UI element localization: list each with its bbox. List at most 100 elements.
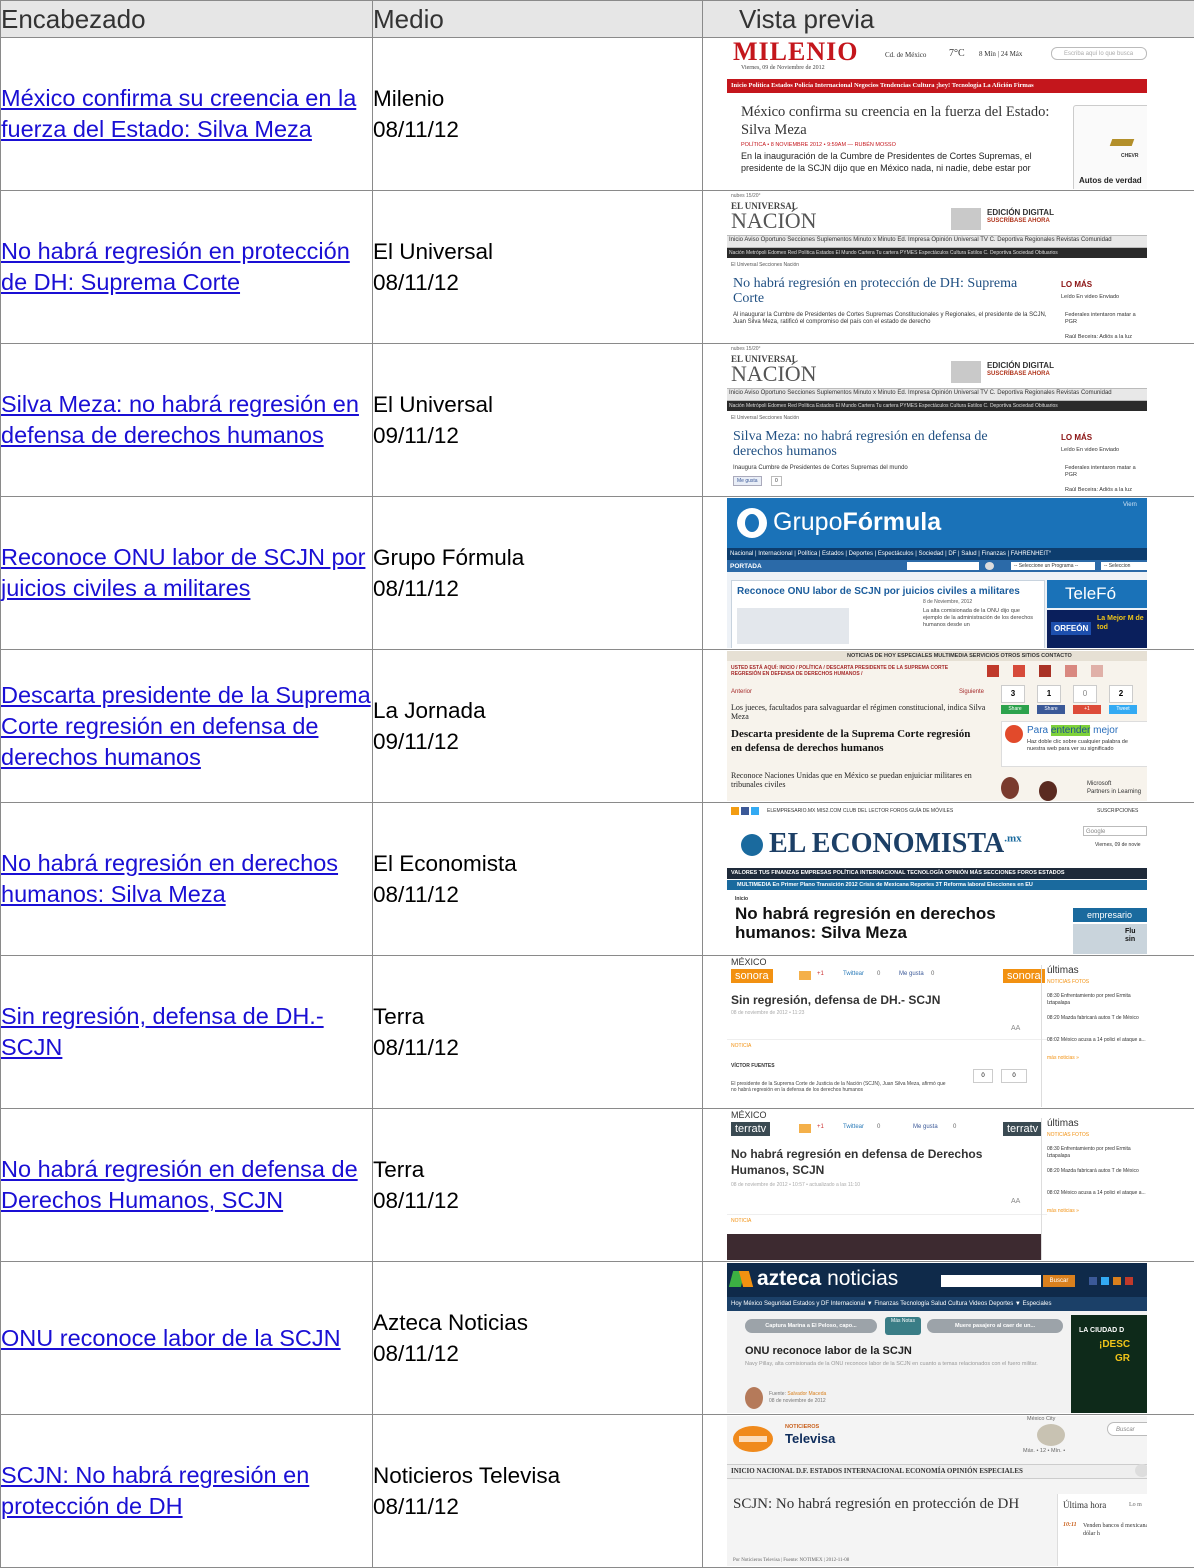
gplus-button[interactable]: +1 bbox=[1073, 705, 1101, 714]
preview-thumbnail[interactable]: ELEMPRESARIO.MX MIS2.COM CLUB DEL LECTOR… bbox=[727, 804, 1147, 954]
side-item[interactable]: Venden bancos d mexicana dólar h bbox=[1083, 1522, 1147, 1538]
subnav-bar[interactable]: Nación Metrópoli Edomex Red Política Est… bbox=[729, 403, 1058, 409]
search-icon[interactable] bbox=[1135, 1464, 1147, 1477]
font-size-toggle[interactable]: AA bbox=[1011, 1198, 1020, 1205]
more-news-link[interactable]: más noticias » bbox=[1047, 1208, 1079, 1214]
side-tabs[interactable]: NOTICIAS FOTOS bbox=[1047, 1132, 1089, 1138]
preview-thumbnail[interactable]: azteca noticias Buscar Hoy México Seguri… bbox=[727, 1263, 1147, 1413]
side-item[interactable]: Federales intentaron matar a PGR bbox=[1065, 465, 1147, 479]
subscriptions-link[interactable]: SUSCRIPCIONES bbox=[1097, 808, 1138, 814]
twitter-icon[interactable] bbox=[751, 807, 759, 815]
next-story-pill[interactable]: Muere pasajero al caer de un... bbox=[927, 1319, 1063, 1333]
share-button[interactable]: Share bbox=[1001, 705, 1029, 714]
program-select[interactable]: -- Seleccione un Programa -- bbox=[1011, 562, 1095, 570]
headline-link[interactable]: No habrá regresión en protección de DH: … bbox=[1, 238, 350, 295]
preview-thumbnail[interactable]: MILENIO Viernes, 09 de Noviembre de 2012… bbox=[727, 39, 1147, 189]
nav-bar[interactable]: Inicio Aviso Oportuno Secciones Suplemen… bbox=[729, 390, 1112, 396]
next-link[interactable]: Siguiente bbox=[959, 689, 984, 695]
subnav-bar[interactable]: Nación Metrópoli Edomex Red Política Est… bbox=[729, 250, 1058, 256]
related-bullet[interactable]: Los jueces, facultados para salvaguardar… bbox=[731, 703, 993, 721]
headline-link[interactable]: SCJN: No habrá regresión en protección d… bbox=[1, 1462, 309, 1519]
gplus-button[interactable]: +1 bbox=[817, 971, 824, 977]
headline-link[interactable]: México confirma su creencia en la fuerza… bbox=[1, 85, 356, 142]
font-size-icon[interactable] bbox=[1065, 665, 1077, 677]
side-tabs[interactable]: Leído En video Enviado bbox=[1061, 294, 1119, 300]
like-button[interactable]: Me gusta bbox=[899, 971, 924, 977]
youtube-icon[interactable] bbox=[1125, 1277, 1133, 1285]
side-item[interactable]: 08:02 México acusa a 14 polici el ataque… bbox=[1047, 1190, 1147, 1197]
headline-link[interactable]: No habrá regresión en derechos humanos: … bbox=[1, 850, 338, 907]
twitter-icon[interactable] bbox=[1101, 1277, 1109, 1285]
search-input[interactable]: Escriba aquí lo que busca bbox=[1051, 47, 1147, 60]
nav-bar[interactable]: Inicio Aviso Oportuno Secciones Suplemen… bbox=[729, 237, 1112, 243]
rss-icon[interactable] bbox=[1113, 1277, 1121, 1285]
email-icon[interactable] bbox=[799, 971, 811, 980]
twitter-button[interactable]: Twittear bbox=[843, 971, 864, 977]
breadcrumb[interactable]: Inicio bbox=[735, 896, 748, 902]
headline-link[interactable]: ONU reconoce labor de la SCJN bbox=[1, 1325, 341, 1351]
google-search-input[interactable]: Google bbox=[1083, 826, 1147, 836]
headline-link[interactable]: Sin regresión, defensa de DH.- SCJN bbox=[1, 1003, 324, 1060]
search-input[interactable] bbox=[941, 1275, 1041, 1287]
side-item[interactable]: 08:02 México acusa a 14 polici el ataque… bbox=[1047, 1037, 1147, 1044]
nav-bar[interactable]: Inicio Política Estados Policía Internac… bbox=[731, 82, 1034, 89]
breadcrumb[interactable]: El Universal Secciones Nación bbox=[731, 262, 799, 268]
headline-link[interactable]: No habrá regresión en defensa de Derecho… bbox=[1, 1156, 358, 1213]
more-news-link[interactable]: más noticias » bbox=[1047, 1055, 1079, 1061]
nav-bar[interactable]: Hoy México Seguridad Estados y DF Intern… bbox=[731, 1301, 1052, 1307]
preview-thumbnail[interactable]: GrupoFórmula Viern Nacional | Internacio… bbox=[727, 498, 1147, 648]
side-item[interactable]: 08:20 Mazda fabricará autos T de México bbox=[1047, 1168, 1147, 1175]
search-button[interactable]: Buscar bbox=[1043, 1275, 1075, 1287]
preview-thumbnail[interactable]: MÉXICO terratv +1 Twittear 0 Me gusta 0 … bbox=[727, 1110, 1147, 1260]
side-item[interactable]: 08:30 Enfrentamiento por pred Ermita Izt… bbox=[1047, 993, 1147, 1007]
comment-icon[interactable] bbox=[1091, 665, 1103, 677]
source-name[interactable]: Salvador Maceda bbox=[787, 1391, 826, 1397]
video-thumbnail[interactable] bbox=[727, 1234, 1041, 1260]
side-item[interactable]: 08:20 Mazda fabricará autos T de México bbox=[1047, 1015, 1147, 1022]
print-icon[interactable] bbox=[987, 665, 999, 677]
side-item[interactable]: 08:30 Enfrentamiento por pred Ermita Izt… bbox=[1047, 1146, 1147, 1160]
side-tabs[interactable]: Leído En video Enviado bbox=[1061, 447, 1119, 453]
search-input[interactable] bbox=[907, 562, 979, 570]
nav-bar[interactable]: INICIO NACIONAL D.F. ESTADOS INTERNACION… bbox=[731, 1467, 1023, 1475]
email-icon[interactable] bbox=[799, 1124, 811, 1133]
headline-link[interactable]: Reconoce ONU labor de SCJN por juicios c… bbox=[1, 544, 365, 601]
breadcrumb[interactable]: USTED ESTÁ AQUÍ: INICIO / POLÍTICA / DES… bbox=[731, 665, 951, 677]
preview-thumbnail[interactable]: NOTICIEROS Televisa México City Máx. • 1… bbox=[727, 1416, 1147, 1566]
subnav-bar[interactable]: MULTIMEDIA En Primer Plano Transición 20… bbox=[737, 882, 1033, 888]
empresario-banner[interactable]: empresario bbox=[1073, 908, 1147, 922]
search-icon[interactable] bbox=[985, 562, 994, 570]
headline-link[interactable]: Descarta presidente de la Suprema Corte … bbox=[1, 682, 371, 770]
like-button[interactable]: Me gusta bbox=[733, 476, 762, 486]
headline-link[interactable]: Silva Meza: no habrá regresión en defens… bbox=[1, 391, 359, 448]
side-item[interactable]: Federales intentaron matar a PGR bbox=[1065, 312, 1147, 326]
preview-thumbnail[interactable]: nubes 15/20° EL UNIVERSAL NACIÓN EDICIÓN… bbox=[727, 192, 1147, 342]
share-icon[interactable] bbox=[1039, 665, 1051, 677]
previous-link[interactable]: Anterior bbox=[731, 689, 752, 695]
top-links[interactable]: ELEMPRESARIO.MX MIS2.COM CLUB DEL LECTOR… bbox=[767, 808, 953, 814]
more-news-button[interactable]: Más Notas bbox=[885, 1317, 921, 1335]
facebook-icon[interactable] bbox=[741, 807, 749, 815]
side-item[interactable]: Raúl Beceira: Adiós a la luz bbox=[1065, 487, 1132, 493]
search-input[interactable]: Buscar bbox=[1107, 1422, 1147, 1436]
email-icon[interactable] bbox=[1013, 665, 1025, 677]
twitter-button[interactable]: Twittear bbox=[843, 1124, 864, 1130]
prev-story-pill[interactable]: Captura Marina a El Peloso, capo... bbox=[745, 1319, 877, 1333]
facebook-share-button[interactable]: Share bbox=[1037, 705, 1065, 714]
nav-bar[interactable]: VALORES TUS FINANZAS EMPRESAS POLÍTICA I… bbox=[731, 870, 1065, 876]
side-tabs[interactable]: NOTICIAS FOTOS bbox=[1047, 979, 1089, 985]
preview-thumbnail[interactable]: NOTICIAS DE HOY ESPECIALES MULTIMEDIA SE… bbox=[727, 651, 1147, 801]
top-nav[interactable]: NOTICIAS DE HOY ESPECIALES MULTIMEDIA SE… bbox=[847, 653, 1072, 659]
breadcrumb[interactable]: El Universal Secciones Nación bbox=[731, 415, 799, 421]
secondary-select[interactable]: -- Seleccion bbox=[1101, 562, 1147, 570]
rss-icon[interactable] bbox=[731, 807, 739, 815]
subscribe-link[interactable]: SUSCRÍBASE AHORA bbox=[987, 371, 1050, 377]
preview-thumbnail[interactable]: MÉXICO sonora +1 Twittear 0 Me gusta 0 s… bbox=[727, 957, 1147, 1107]
facebook-icon[interactable] bbox=[1089, 1277, 1097, 1285]
tweet-button[interactable]: Tweet bbox=[1109, 705, 1137, 714]
font-size-toggle[interactable]: AA bbox=[1011, 1025, 1020, 1032]
subscribe-link[interactable]: SUSCRÍBASE AHORA bbox=[987, 218, 1050, 224]
side-item[interactable]: Raúl Beceira: Adiós a la luz bbox=[1065, 334, 1132, 340]
like-button[interactable]: Me gusta bbox=[913, 1124, 938, 1130]
gplus-button[interactable]: +1 bbox=[817, 1124, 824, 1130]
